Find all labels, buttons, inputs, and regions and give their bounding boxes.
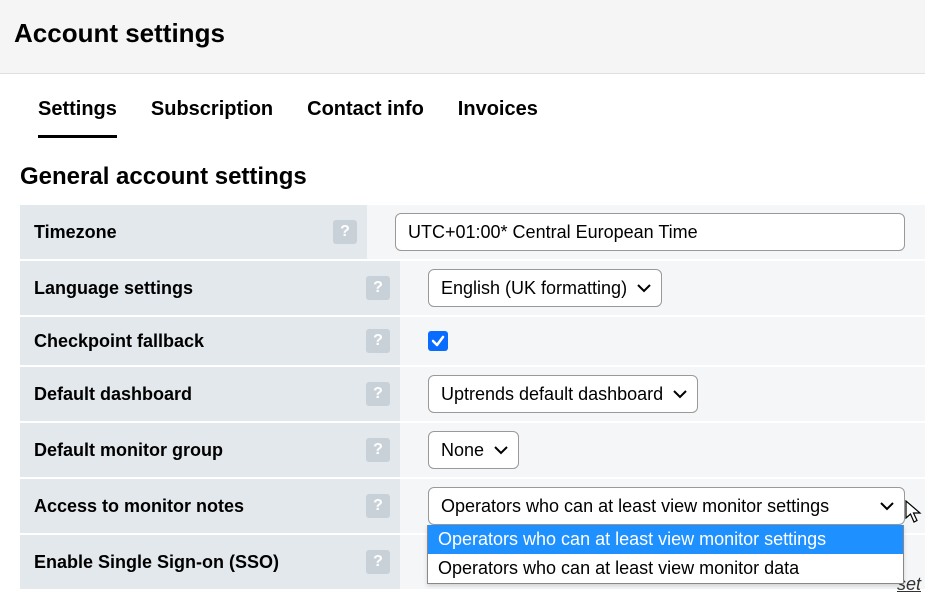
page-header: Account settings — [0, 0, 925, 74]
label-dashboard: Default dashboard ? — [20, 367, 400, 421]
help-icon[interactable]: ? — [366, 329, 390, 353]
section-title: General account settings — [20, 163, 925, 191]
help-icon[interactable]: ? — [366, 438, 390, 462]
row-notes-access: Access to monitor notes ? Operators who … — [20, 477, 925, 533]
label-checkpoint: Checkpoint fallback ? — [20, 317, 400, 365]
help-icon[interactable]: ? — [366, 550, 390, 574]
chevron-down-icon — [880, 501, 894, 511]
label-text: Language settings — [34, 278, 193, 299]
value-language: English (UK formatting) — [400, 261, 925, 315]
checkpoint-checkbox[interactable] — [428, 331, 448, 351]
value-monitor-group: None — [400, 423, 925, 477]
chevron-down-icon — [673, 389, 687, 399]
row-language: Language settings ? English (UK formatti… — [20, 259, 925, 315]
page-title: Account settings — [14, 18, 911, 49]
row-timezone: Timezone ? — [20, 203, 925, 259]
select-value: Operators who can at least view monitor … — [441, 496, 829, 517]
timezone-input[interactable] — [395, 213, 905, 251]
tab-invoices[interactable]: Invoices — [458, 98, 538, 138]
tab-subscription[interactable]: Subscription — [151, 98, 273, 138]
value-dashboard: Uptrends default dashboard — [400, 367, 925, 421]
row-checkpoint: Checkpoint fallback ? — [20, 315, 925, 365]
settings-content: General account settings Timezone ? Lang… — [0, 139, 925, 589]
label-text: Timezone — [34, 222, 117, 243]
value-notes-access: Operators who can at least view monitor … — [400, 479, 925, 533]
label-text: Enable Single Sign-on (SSO) — [34, 552, 279, 573]
dashboard-select[interactable]: Uptrends default dashboard — [428, 375, 698, 413]
tab-contact-info[interactable]: Contact info — [307, 98, 424, 138]
help-icon[interactable]: ? — [366, 494, 390, 518]
label-text: Checkpoint fallback — [34, 331, 204, 352]
value-checkpoint — [400, 317, 925, 365]
settings-table: Timezone ? Language settings ? English (… — [20, 203, 925, 589]
label-monitor-group: Default monitor group ? — [20, 423, 400, 477]
dropdown-option[interactable]: Operators who can at least view monitor … — [428, 525, 903, 554]
dropdown-option[interactable]: Operators who can at least view monitor … — [428, 554, 903, 583]
label-text: Access to monitor notes — [34, 496, 244, 517]
help-icon[interactable]: ? — [366, 382, 390, 406]
row-dashboard: Default dashboard ? Uptrends default das… — [20, 365, 925, 421]
label-sso: Enable Single Sign-on (SSO) ? — [20, 535, 400, 589]
select-value: None — [441, 440, 484, 461]
label-language: Language settings ? — [20, 261, 400, 315]
row-monitor-group: Default monitor group ? None — [20, 421, 925, 477]
label-text: Default monitor group — [34, 440, 223, 461]
select-value: Uptrends default dashboard — [441, 384, 663, 405]
help-icon[interactable]: ? — [366, 276, 390, 300]
chevron-down-icon — [494, 445, 508, 455]
notes-access-dropdown: Operators who can at least view monitor … — [427, 525, 904, 584]
label-notes-access: Access to monitor notes ? — [20, 479, 400, 533]
help-icon[interactable]: ? — [333, 220, 357, 244]
language-select[interactable]: English (UK formatting) — [428, 269, 662, 307]
label-text: Default dashboard — [34, 384, 192, 405]
monitor-group-select[interactable]: None — [428, 431, 519, 469]
tab-settings[interactable]: Settings — [38, 98, 117, 138]
tabs-bar: Settings Subscription Contact info Invoi… — [0, 74, 925, 139]
select-value: English (UK formatting) — [441, 278, 627, 299]
chevron-down-icon — [637, 283, 651, 293]
notes-access-select[interactable]: Operators who can at least view monitor … — [428, 487, 905, 525]
label-timezone: Timezone ? — [20, 205, 367, 259]
value-timezone — [367, 205, 925, 259]
